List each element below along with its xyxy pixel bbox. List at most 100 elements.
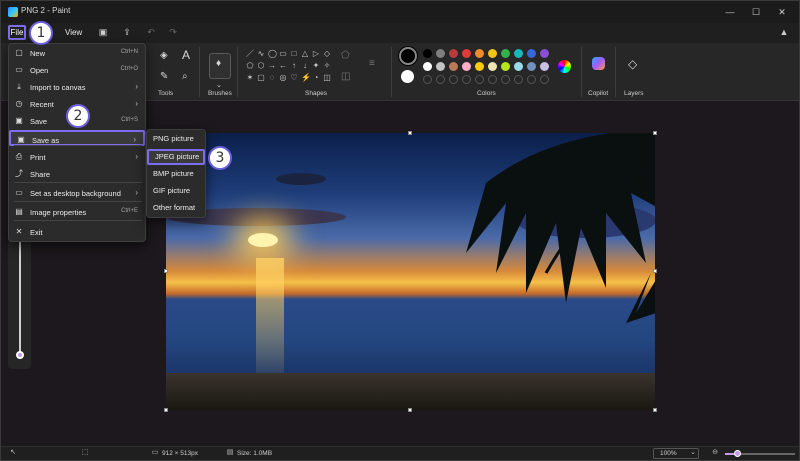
shape-tool[interactable]: ⚡ xyxy=(301,74,311,82)
zoom-slider-knob[interactable] xyxy=(734,450,741,457)
custom-color-slot[interactable] xyxy=(540,75,549,84)
color-swatch[interactable] xyxy=(436,62,445,71)
brush-size-slider-knob[interactable] xyxy=(16,351,24,359)
file-menu-item-print[interactable]: ⎙ Print › xyxy=(9,149,145,165)
shape-tool[interactable]: ▷ xyxy=(312,50,320,58)
color-picker-icon[interactable]: ✎ xyxy=(160,72,168,82)
custom-color-slot[interactable] xyxy=(475,75,484,84)
shape-tool[interactable]: ▭ xyxy=(279,50,287,58)
color-swatch[interactable] xyxy=(501,49,510,58)
maximize-button[interactable]: ☐ xyxy=(745,4,767,20)
secondary-color[interactable] xyxy=(401,70,414,83)
file-menu-item-import-to-canvas[interactable]: ⤓ Import to canvas › xyxy=(9,79,145,95)
shape-tool[interactable]: ◔ xyxy=(312,74,320,82)
color-swatch[interactable] xyxy=(527,49,536,58)
shape-tool[interactable]: ♡ xyxy=(290,74,298,82)
shape-tool[interactable]: ◯ xyxy=(268,50,277,58)
file-menu-item-set-as-desktop-background[interactable]: ▭ Set as desktop background › xyxy=(9,185,145,201)
resize-handle[interactable] xyxy=(164,269,168,273)
shape-tool[interactable]: ⬠ xyxy=(246,62,254,70)
file-menu-item-open[interactable]: ▭ Open Ctrl+O xyxy=(9,62,145,78)
save-as-item-jpeg-picture[interactable]: JPEG picture xyxy=(147,149,205,165)
file-menu-item-new[interactable]: ▢ New Ctrl+N xyxy=(9,45,145,61)
close-button[interactable]: ✕ xyxy=(771,4,793,20)
shape-tool[interactable]: △ xyxy=(301,50,309,58)
save-as-item-bmp-picture[interactable]: BMP picture xyxy=(147,166,205,182)
layers-icon[interactable]: ◇ xyxy=(628,58,637,70)
save-as-item-gif-picture[interactable]: GIF picture xyxy=(147,183,205,199)
color-swatch[interactable] xyxy=(488,62,497,71)
shape-tool[interactable]: ◎ xyxy=(279,74,287,82)
file-menu-item-exit[interactable]: ✕ Exit xyxy=(9,224,145,240)
undo-icon[interactable]: ↶ xyxy=(146,27,156,37)
color-swatch[interactable] xyxy=(462,62,471,71)
color-swatch[interactable] xyxy=(475,49,484,58)
color-swatch[interactable] xyxy=(436,49,445,58)
copilot-icon[interactable] xyxy=(592,57,605,70)
custom-color-slot[interactable] xyxy=(527,75,536,84)
fill-bucket-icon[interactable]: ◈ xyxy=(160,51,168,61)
color-swatch[interactable] xyxy=(527,62,536,71)
custom-color-slot[interactable] xyxy=(436,75,445,84)
color-swatch[interactable] xyxy=(540,62,549,71)
file-menu-button[interactable]: File xyxy=(8,25,26,40)
custom-color-slot[interactable] xyxy=(514,75,523,84)
file-menu-item-image-properties[interactable]: ▤ Image properties Ctrl+E xyxy=(9,204,145,220)
custom-color-slot[interactable] xyxy=(423,75,432,84)
shape-tool[interactable]: ✦ xyxy=(312,62,320,70)
shape-tool[interactable]: ◌ xyxy=(268,74,276,82)
primary-color[interactable] xyxy=(399,47,417,65)
redo-icon[interactable]: ↷ xyxy=(168,27,178,37)
text-icon[interactable]: A xyxy=(182,49,190,61)
shape-tool[interactable]: ✧ xyxy=(323,62,331,70)
shape-tool[interactable]: ／ xyxy=(246,50,254,58)
save-as-item-png-picture[interactable]: PNG picture xyxy=(147,131,205,147)
fill-icon[interactable]: ◫ xyxy=(341,72,350,82)
color-swatch[interactable] xyxy=(514,62,523,71)
shape-tool[interactable]: ▢ xyxy=(257,74,265,82)
file-menu-item-save-as[interactable]: ▣ Save as › xyxy=(9,130,145,146)
shape-tool[interactable]: ⬡ xyxy=(257,62,265,70)
save-icon[interactable]: ▣ xyxy=(98,27,108,37)
chevron-down-icon[interactable]: ⌄ xyxy=(689,449,697,457)
shape-tool[interactable]: ← xyxy=(279,62,287,70)
shape-size-icon[interactable]: ≡ xyxy=(369,59,375,69)
shape-tool[interactable]: ↑ xyxy=(290,62,298,70)
color-swatch[interactable] xyxy=(449,49,458,58)
color-swatch[interactable] xyxy=(540,49,549,58)
custom-color-slot[interactable] xyxy=(449,75,458,84)
custom-color-slot[interactable] xyxy=(462,75,471,84)
save-as-item-other-format[interactable]: Other format xyxy=(147,200,205,216)
resize-handle[interactable] xyxy=(408,408,412,412)
shape-tool[interactable]: □ xyxy=(290,50,298,58)
file-menu-item-share[interactable]: ⤴ Share xyxy=(9,166,145,182)
custom-color-slot[interactable] xyxy=(488,75,497,84)
canvas-image[interactable] xyxy=(166,133,655,410)
magnifier-icon[interactable]: ⌕ xyxy=(182,72,188,82)
color-swatch[interactable] xyxy=(423,49,432,58)
shape-tool[interactable]: ◫ xyxy=(323,74,331,82)
color-swatch[interactable] xyxy=(488,49,497,58)
shape-tool[interactable]: ✶ xyxy=(246,74,254,82)
shape-tool[interactable]: ↓ xyxy=(301,62,309,70)
color-swatch[interactable] xyxy=(514,49,523,58)
brush-size-slider-track[interactable] xyxy=(19,231,21,356)
zoom-out-icon[interactable]: ⊖ xyxy=(711,449,719,457)
color-swatch[interactable] xyxy=(501,62,510,71)
edit-colors-icon[interactable] xyxy=(558,60,571,73)
color-swatch[interactable] xyxy=(449,62,458,71)
resize-handle[interactable] xyxy=(653,408,657,412)
resize-handle[interactable] xyxy=(653,269,657,273)
outline-icon[interactable]: ⬠ xyxy=(341,51,350,61)
minimize-button[interactable]: — xyxy=(719,4,741,20)
account-icon[interactable]: ▲ xyxy=(779,27,789,37)
resize-handle[interactable] xyxy=(653,131,657,135)
resize-handle[interactable] xyxy=(408,131,412,135)
custom-color-slot[interactable] xyxy=(501,75,510,84)
color-swatch[interactable] xyxy=(462,49,471,58)
view-menu-button[interactable]: View xyxy=(65,28,82,37)
shape-tool[interactable]: ◇ xyxy=(323,50,331,58)
color-swatch[interactable] xyxy=(475,62,484,71)
shape-tool[interactable]: ∿ xyxy=(257,50,265,58)
shape-tool[interactable]: → xyxy=(268,62,276,70)
